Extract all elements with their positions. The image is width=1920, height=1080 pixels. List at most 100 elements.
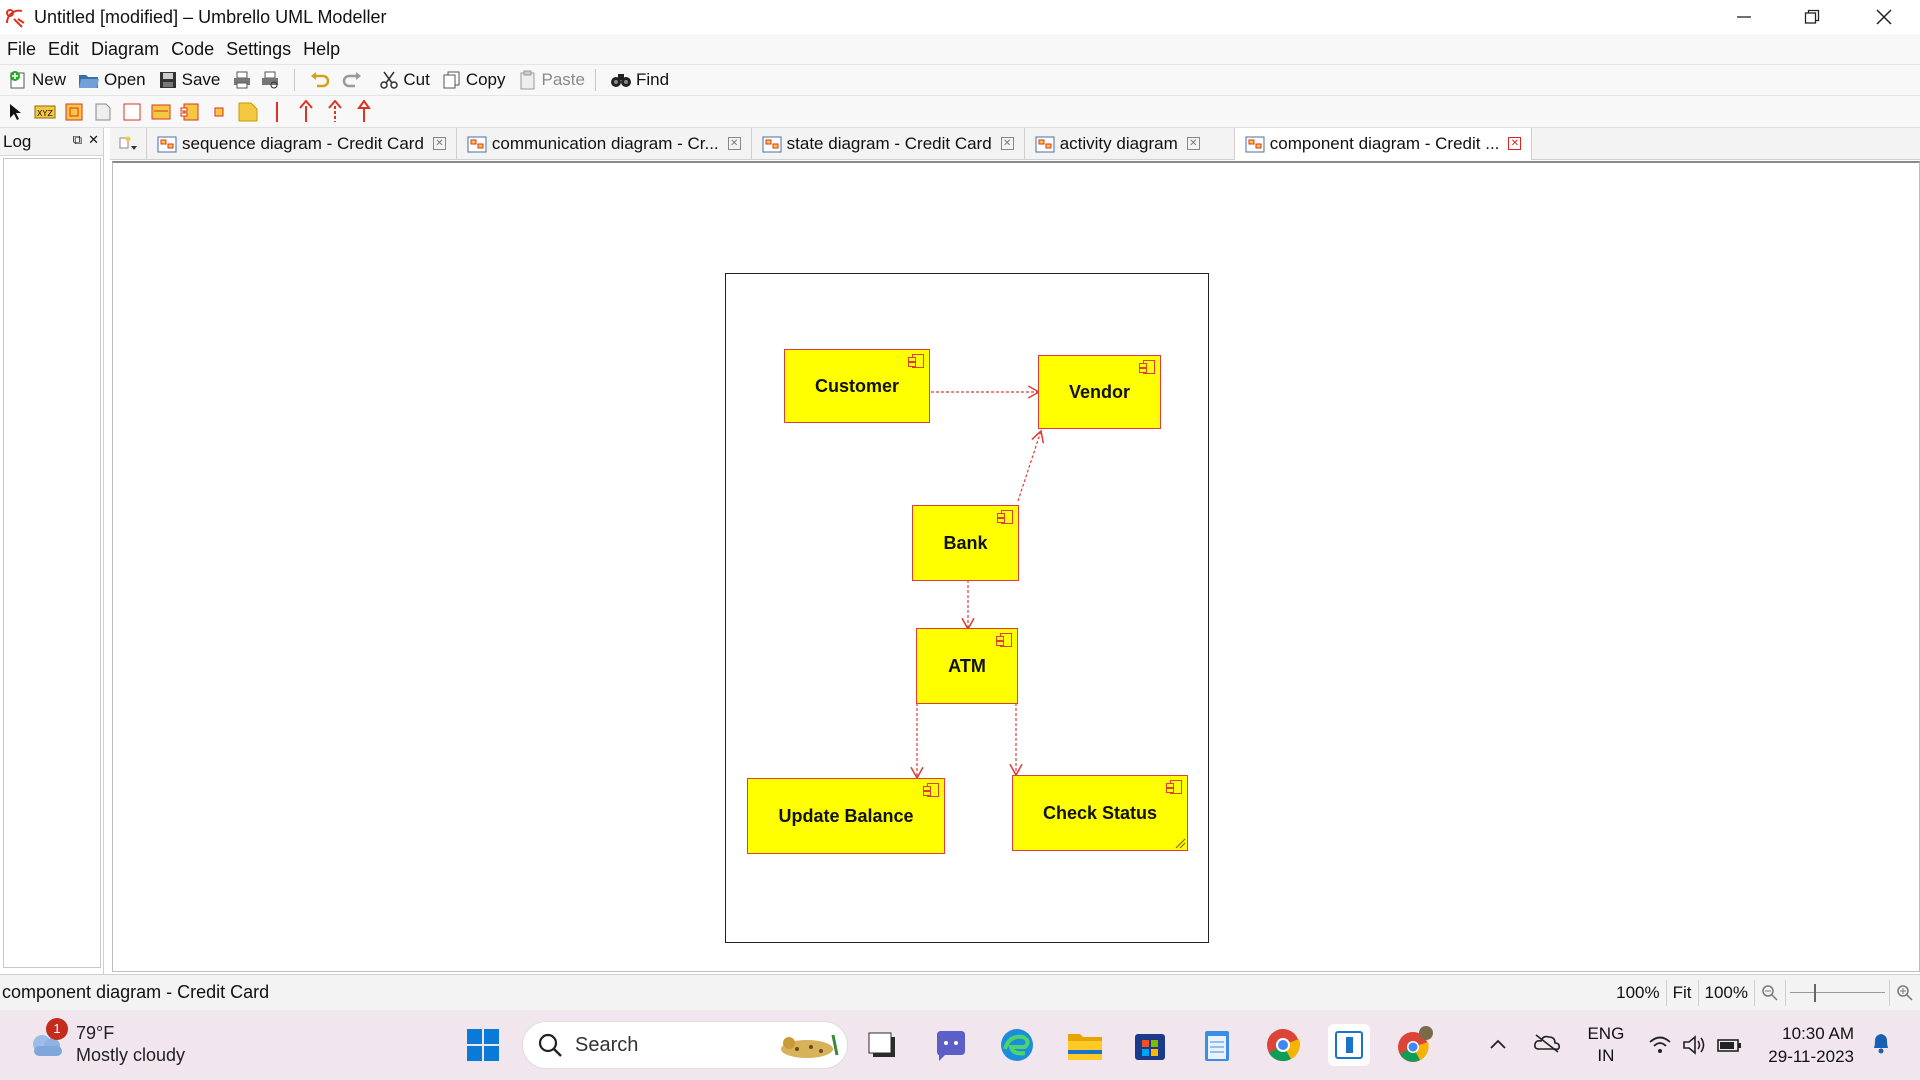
clock-time: 10:30 AM <box>1782 1024 1854 1043</box>
zoom-value: 100% <box>1616 983 1660 1002</box>
tab-sequence-diagram[interactable]: sequence diagram - Credit Card ✕ <box>147 127 457 160</box>
tab-close-icon[interactable]: ✕ <box>1186 137 1200 150</box>
weather-widget[interactable]: 1 79°F Mostly cloudy <box>26 1018 186 1066</box>
network-volume-battery[interactable] <box>1648 1035 1742 1055</box>
save-button[interactable]: Save <box>158 70 220 90</box>
menu-file[interactable]: File <box>7 39 36 60</box>
clock[interactable]: 10:30 AM 29-11-2023 <box>1768 1022 1854 1068</box>
menu-code[interactable]: Code <box>171 39 214 60</box>
menu-settings[interactable]: Settings <box>226 39 291 60</box>
minimize-button[interactable] <box>1710 0 1778 34</box>
tab-communication-diagram[interactable]: communication diagram - Cr... ✕ <box>457 127 752 160</box>
float-dock-icon[interactable]: ⧉ <box>73 132 82 148</box>
print-button[interactable] <box>232 70 256 90</box>
taskbar-edge[interactable] <box>996 1024 1038 1066</box>
tab-activity-diagram[interactable]: activity diagram ✕ <box>1025 127 1235 160</box>
onedrive-tray-icon[interactable] <box>1533 1033 1561 1058</box>
taskbar-teams[interactable] <box>930 1024 972 1066</box>
generalization-tool[interactable] <box>351 99 377 125</box>
print-preview-button[interactable] <box>260 70 284 90</box>
bell-icon <box>1874 1033 1888 1053</box>
note-tool[interactable] <box>90 99 116 125</box>
tab-close-icon[interactable]: ✕ <box>1508 137 1522 150</box>
new-button[interactable]: New <box>8 70 66 90</box>
component-check-status[interactable]: Check Status <box>1012 775 1188 851</box>
dependency-line-tool[interactable] <box>264 99 290 125</box>
find-button[interactable]: Find <box>610 70 669 90</box>
zoom-out-icon <box>1762 985 1778 1001</box>
zoom-slider-handle[interactable] <box>1814 984 1816 1002</box>
menu-edit[interactable]: Edit <box>48 39 79 60</box>
menu-diagram[interactable]: Diagram <box>91 39 159 60</box>
taskbar-task-view[interactable] <box>862 1024 904 1066</box>
taskbar-umbrello-active[interactable] <box>1328 1024 1370 1066</box>
menu-help[interactable]: Help <box>303 39 340 60</box>
fit-button[interactable]: Fit <box>1665 980 1698 1006</box>
box-tool[interactable] <box>119 99 145 125</box>
tab-state-diagram[interactable]: state diagram - Credit Card ✕ <box>752 127 1025 160</box>
folder-icon <box>1068 1034 1102 1060</box>
port-tool[interactable] <box>206 99 232 125</box>
log-output-area[interactable] <box>3 158 101 968</box>
taskbar-notepad[interactable] <box>1196 1024 1238 1066</box>
dependency-tool[interactable] <box>322 99 348 125</box>
zoom-slider[interactable] <box>1785 980 1889 1006</box>
paste-button[interactable]: Paste <box>518 70 585 90</box>
component-vendor[interactable]: Vendor <box>1038 355 1161 429</box>
component-customer[interactable]: Customer <box>784 349 930 423</box>
text-tool[interactable]: XYZ <box>32 99 58 125</box>
tab-label: communication diagram - Cr... <box>491 133 719 153</box>
component-update-balance[interactable]: Update Balance <box>747 778 945 854</box>
cloud-offline-icon <box>1534 1033 1561 1053</box>
zoom-in-button[interactable] <box>1889 980 1920 1006</box>
association-tool[interactable] <box>293 99 319 125</box>
taskbar-search[interactable]: Search <box>522 1021 848 1069</box>
notifications-button[interactable] <box>1870 1031 1892 1060</box>
tab-close-icon[interactable]: ✕ <box>727 137 741 150</box>
weather-desc: Mostly cloudy <box>76 1045 186 1065</box>
diagram-canvas[interactable]: Customer Vendor Bank ATM Update Balance … <box>112 161 1920 972</box>
new-tab-menu-button[interactable] <box>110 127 147 160</box>
windows-taskbar: 1 79°F Mostly cloudy Search ENG IN 10:30… <box>0 1010 1920 1080</box>
diagram-tab-icon <box>762 136 782 152</box>
language-indicator[interactable]: ENG IN <box>1587 1023 1624 1067</box>
zoom-out-button[interactable] <box>1754 980 1785 1006</box>
tab-close-icon[interactable]: ✕ <box>432 137 446 150</box>
search-placeholder: Search <box>575 1033 639 1056</box>
select-arrow-tool[interactable] <box>3 99 29 125</box>
close-dock-icon[interactable]: ✕ <box>88 132 99 148</box>
restore-button[interactable] <box>1778 0 1846 34</box>
folder-note-icon <box>238 102 258 121</box>
taskbar-chrome[interactable] <box>1262 1024 1304 1066</box>
component-tool[interactable] <box>148 99 174 125</box>
tab-component-diagram[interactable]: component diagram - Credit ... ✕ <box>1234 127 1533 160</box>
tab-close-icon[interactable]: ✕ <box>1000 137 1014 150</box>
taskbar-file-explorer[interactable] <box>1064 1024 1106 1066</box>
chrome-profile-icon <box>1398 1026 1433 1062</box>
diagram-tab-icon <box>1245 136 1265 152</box>
open-folder-icon <box>79 75 100 88</box>
taskbar-chrome-profile[interactable] <box>1394 1024 1436 1066</box>
start-button[interactable] <box>462 1024 504 1066</box>
open-button[interactable]: Open <box>78 70 146 90</box>
clock-date: 29-11-2023 <box>1768 1047 1854 1066</box>
zoom-reset-button[interactable]: 100% <box>1697 980 1754 1006</box>
close-window-button[interactable] <box>1850 0 1918 34</box>
system-tray: ENG IN 10:30 AM 29-11-2023 <box>1489 1010 1920 1080</box>
redo-button[interactable] <box>341 70 367 90</box>
component-atm[interactable]: ATM <box>916 628 1018 704</box>
artifact-tool[interactable] <box>177 99 203 125</box>
folder-note-tool[interactable] <box>235 99 261 125</box>
copy-button[interactable]: Copy <box>442 70 506 90</box>
subsystem-tool[interactable] <box>61 99 87 125</box>
dependency-bank-vendor[interactable] <box>1017 429 1045 502</box>
tab-label: component diagram - Credit ... <box>1269 133 1500 153</box>
undo-button[interactable] <box>309 70 335 90</box>
component-bank[interactable]: Bank <box>912 505 1019 581</box>
cut-button[interactable]: Cut <box>379 70 430 90</box>
component-icon <box>151 104 171 119</box>
show-hidden-icons-button[interactable] <box>1489 1035 1507 1055</box>
taskbar-store[interactable] <box>1129 1024 1171 1066</box>
resize-handle-icon[interactable] <box>1174 837 1186 849</box>
log-dock-header: Log ⧉ ✕ <box>0 128 103 156</box>
